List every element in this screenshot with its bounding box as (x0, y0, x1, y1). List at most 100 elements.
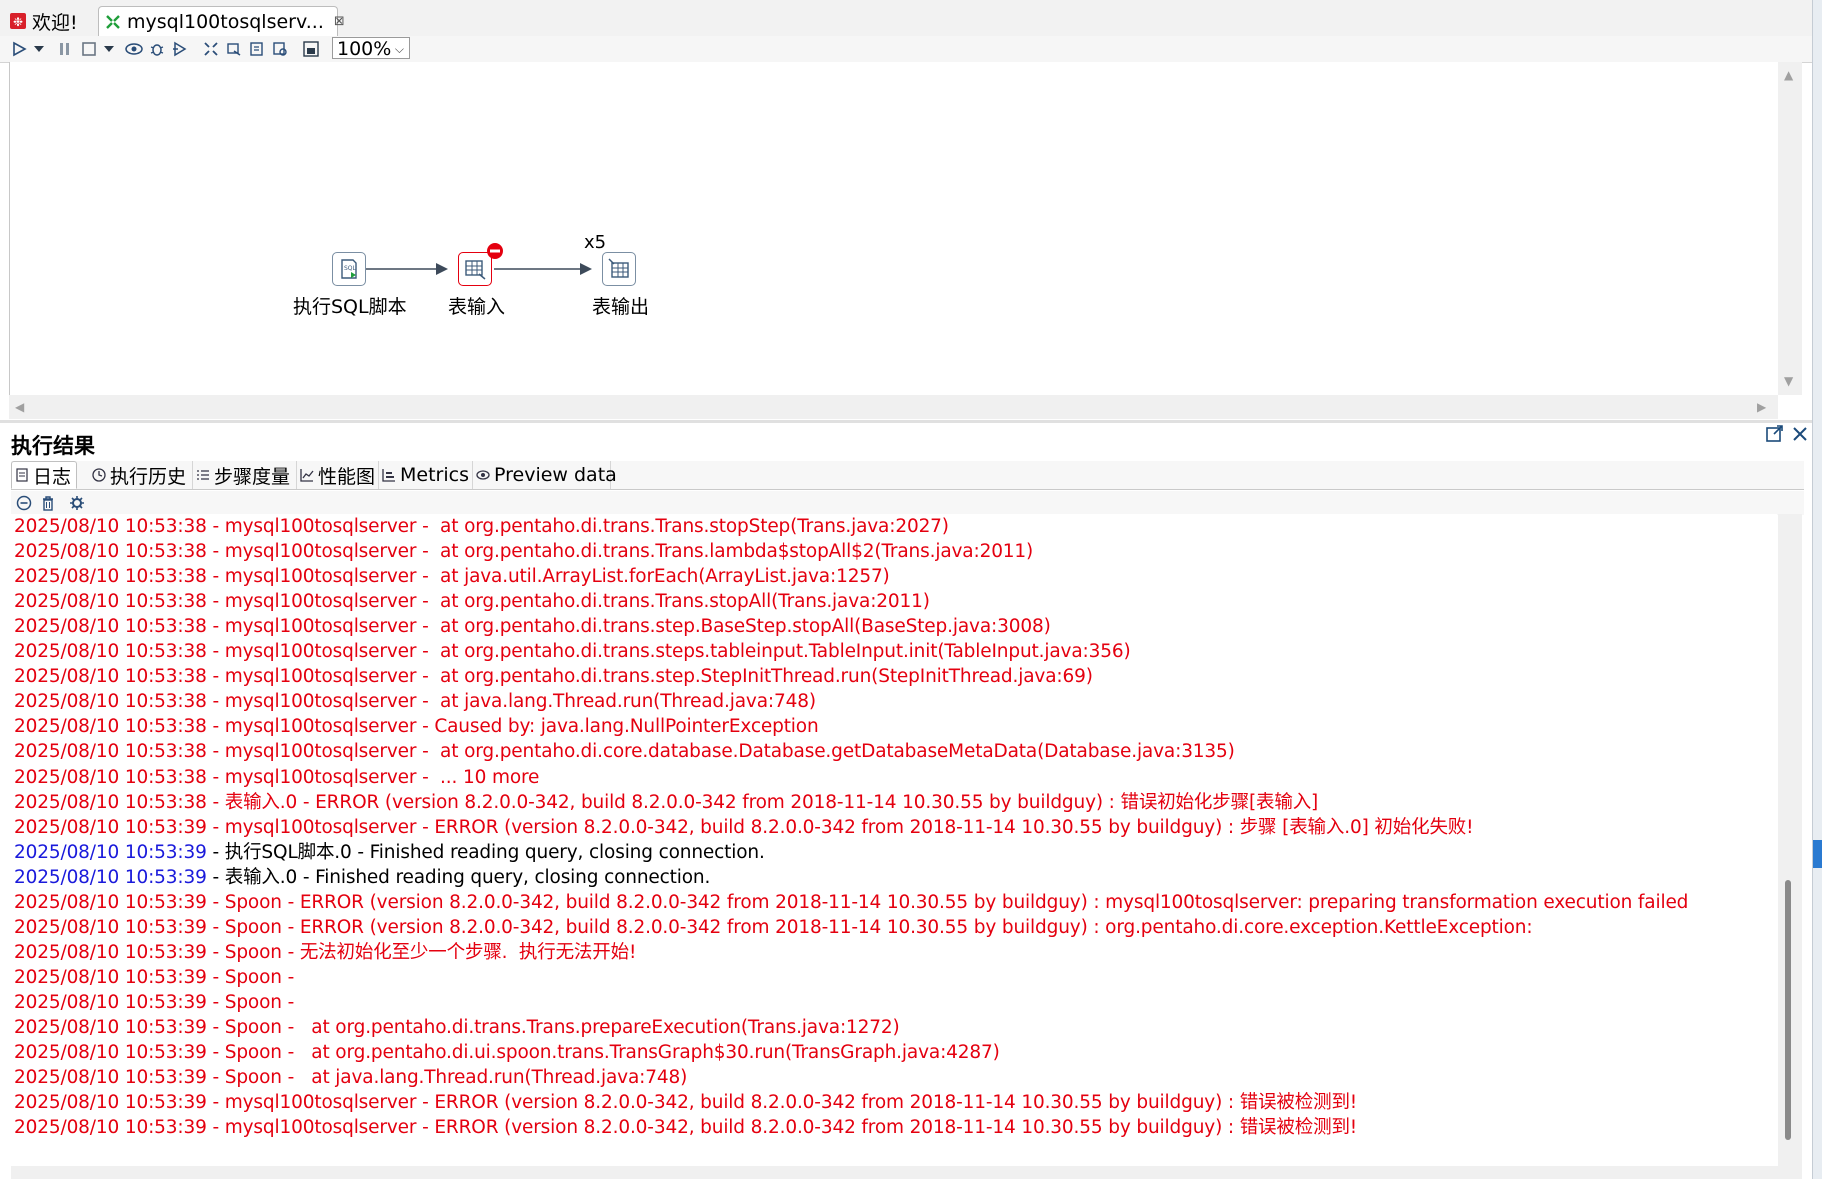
close-icon[interactable]: ⊠ (334, 14, 345, 29)
step-table-output[interactable] (602, 252, 636, 286)
zoom-select[interactable]: 100% ⌵ (332, 37, 410, 60)
log-message: - 表输入.0 - ERROR (version 8.2.0.0-342, bu… (206, 791, 1319, 813)
tab-log[interactable]: 日志 (11, 461, 77, 489)
results-title: 执行结果 (11, 434, 95, 458)
clear-log-icon[interactable] (15, 494, 33, 512)
tab-step-metrics[interactable]: 步骤度量 (193, 461, 297, 489)
log-line: 2025/08/10 10:53:38 - mysql100tosqlserve… (14, 639, 1131, 664)
log-scroll-thumb[interactable] (1785, 880, 1791, 1140)
log-line: 2025/08/10 10:53:39 - Spoon - (14, 990, 300, 1015)
log-timestamp: 2025/08/10 10:53:38 (14, 566, 207, 588)
log-timestamp: 2025/08/10 10:53:38 (14, 591, 207, 613)
tab-preview-data[interactable]: Preview data (473, 461, 617, 489)
tab-performance-graph-label: 性能图 (318, 465, 376, 488)
table-input-icon (465, 260, 486, 280)
results-tab-bar: 日志 执行历史 步骤度量 性能图 Metrics Preview data (11, 461, 1804, 490)
log-message: - mysql100tosqlserver - at java.lang.Thr… (206, 691, 816, 713)
svg-text:SQL: SQL (344, 265, 357, 272)
log-timestamp: 2025/08/10 10:53:39 (14, 941, 207, 963)
explore-db-icon[interactable] (271, 40, 289, 58)
canvas-horizontal-scrollbar[interactable]: ◀ ▶ (9, 395, 1778, 419)
stop-icon[interactable] (80, 40, 98, 58)
log-message: - mysql100tosqlserver - at org.pentaho.d… (206, 591, 930, 613)
scroll-right-icon[interactable]: ▶ (1757, 400, 1766, 414)
log-timestamp: 2025/08/10 10:53:39 (14, 1042, 207, 1064)
transformation-canvas[interactable]: SQL 执行SQL脚本 表输入 x5 表输出 (9, 62, 1778, 395)
hops-layer (364, 263, 592, 275)
tab-performance-graph[interactable]: 性能图 (297, 461, 379, 489)
log-line: 2025/08/10 10:53:38 - mysql100tosqlserve… (14, 664, 1093, 689)
debug-icon[interactable] (148, 40, 166, 58)
log-message: - 表输入.0 - Finished reading query, closin… (206, 866, 711, 888)
log-line: 2025/08/10 10:53:39 - Spoon - ERROR (ver… (14, 915, 1533, 940)
impact-icon[interactable] (225, 40, 243, 58)
pause-icon[interactable] (56, 40, 74, 58)
log-timestamp: 2025/08/10 10:53:38 (14, 541, 207, 563)
log-timestamp: 2025/08/10 10:53:39 (14, 866, 207, 888)
log-line: 2025/08/10 10:53:39 - Spoon - at org.pen… (14, 1015, 900, 1040)
log-timestamp: 2025/08/10 10:53:38 (14, 516, 207, 537)
step-table-output-label: 表输出 (592, 296, 650, 318)
log-timestamp: 2025/08/10 10:53:38 (14, 666, 207, 688)
log-timestamp: 2025/08/10 10:53:38 (14, 791, 207, 813)
log-message: - mysql100tosqlserver - ERROR (version 8… (206, 816, 1474, 838)
log-horizontal-scrollbar[interactable] (11, 1166, 1802, 1179)
run-icon[interactable] (10, 40, 28, 58)
tab-metrics[interactable]: Metrics (379, 461, 473, 489)
log-message: - 执行SQL脚本.0 - Finished reading query, cl… (206, 841, 765, 863)
pane-divider[interactable] (0, 420, 1812, 423)
log-line: 2025/08/10 10:53:38 - mysql100tosqlserve… (14, 689, 816, 714)
log-line: 2025/08/10 10:53:39 - 表输入.0 - Finished r… (14, 865, 710, 890)
log-line: 2025/08/10 10:53:38 - mysql100tosqlserve… (14, 714, 819, 739)
zoom-value: 100% (337, 38, 392, 60)
tab-transformation-label: mysql100tosqlserv... (127, 10, 324, 33)
log-message: - mysql100tosqlserver - ERROR (version 8… (206, 1117, 1358, 1139)
window-edge (1812, 0, 1822, 1179)
trash-icon[interactable] (39, 494, 57, 512)
toolbar: 100% ⌵ (0, 36, 1812, 63)
log-line: 2025/08/10 10:53:39 - Spoon - (14, 965, 300, 990)
scroll-up-icon[interactable]: ▲ (1784, 68, 1793, 82)
verify-icon[interactable] (202, 40, 220, 58)
log-message: - mysql100tosqlserver - at java.util.Arr… (206, 566, 890, 588)
canvas-vertical-scrollbar[interactable]: ▲ ▼ (1778, 62, 1802, 395)
log-timestamp: 2025/08/10 10:53:39 (14, 1017, 207, 1038)
close-icon[interactable] (1791, 424, 1809, 444)
log-line: 2025/08/10 10:53:39 - 执行SQL脚本.0 - Finish… (14, 840, 765, 865)
tab-history[interactable]: 执行历史 (89, 461, 193, 489)
log-line: 2025/08/10 10:53:38 - mysql100tosqlserve… (14, 514, 949, 539)
edge-indicator (1813, 840, 1822, 868)
error-badge-icon (487, 243, 503, 259)
log-toolbar (11, 491, 1804, 515)
hop-arrow-icon (436, 263, 448, 275)
scroll-left-icon[interactable]: ◀ (15, 400, 24, 414)
log-timestamp: 2025/08/10 10:53:39 (14, 991, 207, 1013)
preview-icon[interactable] (125, 40, 143, 58)
replay-icon[interactable] (171, 40, 189, 58)
stop-options-dropdown-icon[interactable] (103, 40, 115, 58)
editor-tab-bar: ❉ 欢迎! mysql100tosqlserv... ⊠ (0, 0, 1812, 37)
tab-step-metrics-label: 步骤度量 (214, 465, 291, 488)
log-message: - mysql100tosqlserver - at org.pentaho.d… (206, 641, 1131, 663)
log-message: - Spoon - (206, 991, 300, 1013)
tab-transformation[interactable]: mysql100tosqlserv... ⊠ (98, 6, 345, 36)
table-output-icon (608, 258, 629, 278)
maximize-icon[interactable] (1765, 424, 1785, 444)
results-pane-icon[interactable] (302, 40, 320, 58)
log-line: 2025/08/10 10:53:39 - mysql100tosqlserve… (14, 1115, 1357, 1140)
scroll-down-icon[interactable]: ▼ (1784, 374, 1793, 388)
log-line: 2025/08/10 10:53:38 - mysql100tosqlserve… (14, 589, 930, 614)
gear-icon[interactable] (68, 494, 86, 512)
svg-text:❉: ❉ (13, 15, 23, 29)
log-output[interactable]: 2025/08/10 10:53:38 - mysql100tosqlserve… (11, 514, 1777, 1166)
tab-welcome[interactable]: ❉ 欢迎! (6, 6, 98, 36)
log-timestamp: 2025/08/10 10:53:38 (14, 616, 207, 638)
log-timestamp: 2025/08/10 10:53:39 (14, 841, 207, 863)
log-message: - mysql100tosqlserver - at org.pentaho.d… (206, 616, 1051, 638)
tab-log-label: 日志 (32, 465, 71, 488)
sql-icon[interactable] (248, 40, 266, 58)
step-sql-script[interactable]: SQL (332, 252, 366, 286)
tab-history-label: 执行历史 (110, 465, 187, 488)
run-options-dropdown-icon[interactable] (33, 40, 45, 58)
transformation-icon (105, 14, 121, 30)
